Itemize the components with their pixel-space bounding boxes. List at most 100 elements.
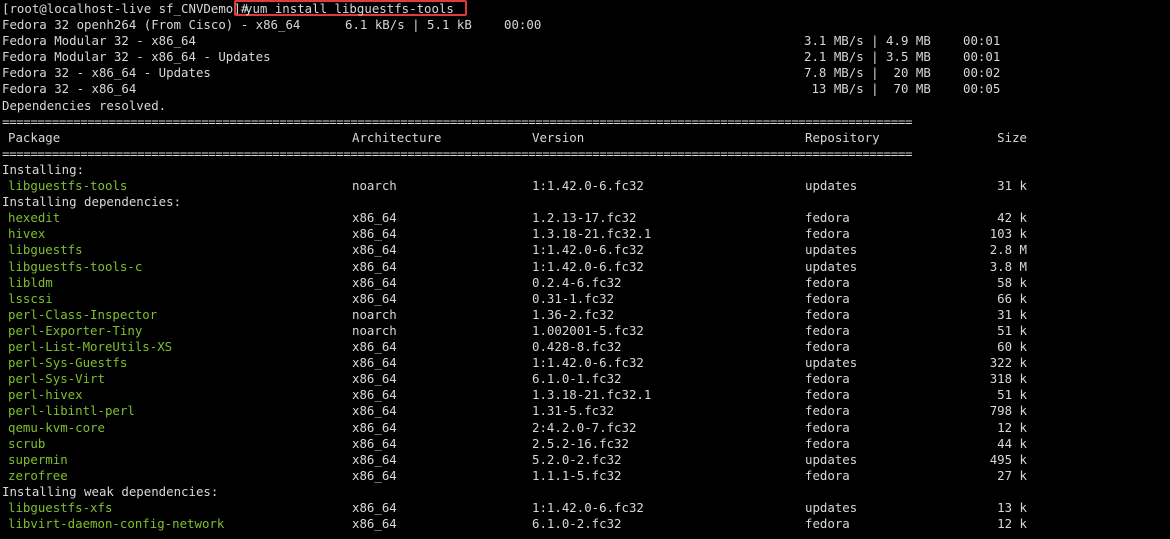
package-repo: fedora (805, 306, 850, 322)
repo-time: 00:00 (504, 17, 542, 32)
package-repo: fedora (805, 435, 850, 451)
package-name: hexedit (8, 210, 61, 226)
package-size: 31 k (997, 306, 1027, 322)
package-size: 2.8 M (989, 242, 1027, 258)
package-repo: fedora (805, 290, 850, 306)
package-repo: fedora (805, 322, 850, 338)
terminal-window[interactable]: [root@localhost-live sf_CNVDemo]# yum in… (0, 0, 1170, 539)
package-repo: fedora (805, 339, 850, 354)
package-name: zerofree (8, 467, 68, 483)
package-version: 6.1.0-2.fc32 (532, 516, 622, 532)
header-version: Version (532, 129, 585, 145)
repo-rate: 13 MB/s | 70 MB (804, 81, 931, 97)
package-arch: x86_64 (352, 339, 397, 354)
package-version: 1.3.18-21.fc32.1 (532, 387, 652, 403)
package-repo: updates (805, 242, 858, 258)
package-size: 12 k (997, 516, 1027, 532)
package-size: 13 k (997, 500, 1027, 515)
package-name: perl-List-MoreUtils-XS (8, 339, 173, 354)
section-dependencies: Installing dependencies: (2, 194, 182, 210)
package-name: libguestfs-tools-c (8, 258, 143, 274)
repo-time: 00:01 (963, 33, 1001, 49)
package-version: 1.36-2.fc32 (532, 306, 615, 322)
package-name: libguestfs-xfs (8, 500, 113, 515)
repo-time: 00:05 (963, 81, 1001, 97)
repo-rate: 6.1 kB/s | 5.1 kB (345, 17, 472, 32)
package-name: hivex (8, 226, 46, 242)
package-size: 58 k (997, 274, 1027, 290)
package-arch: x86_64 (352, 355, 397, 371)
package-size: 3.8 M (989, 258, 1027, 274)
package-repo: fedora (805, 516, 850, 532)
repo-rate: 2.1 MB/s | 3.5 MB (804, 49, 931, 65)
repo-time: 00:02 (963, 65, 1001, 81)
repo-name: Fedora 32 - x86_64 (2, 81, 137, 97)
package-size: 66 k (997, 290, 1027, 306)
header-repo: Repository (805, 129, 880, 145)
package-version: 1:1.42.0-6.fc32 (532, 258, 644, 274)
package-arch: x86_64 (352, 371, 397, 387)
package-arch: noarch (352, 306, 397, 322)
package-arch: x86_64 (352, 274, 397, 290)
package-size: 27 k (997, 467, 1027, 483)
package-version: 1.2.13-17.fc32 (532, 210, 637, 226)
package-arch: x86_64 (352, 451, 397, 467)
package-size: 60 k (997, 339, 1027, 354)
package-arch: x86_64 (352, 258, 397, 274)
package-arch: x86_64 (352, 403, 397, 419)
package-arch: x86_64 (352, 467, 397, 483)
package-size: 322 k (989, 355, 1027, 371)
package-name: supermin (8, 451, 68, 467)
package-size: 318 k (989, 371, 1027, 387)
package-size: 51 k (997, 322, 1027, 338)
package-arch: x86_64 (352, 226, 397, 242)
separator-rule: ========================================… (2, 113, 913, 129)
package-arch: x86_64 (352, 419, 397, 435)
package-name: lsscsi (8, 290, 53, 306)
package-arch: noarch (352, 322, 397, 338)
package-version: 1:1.42.0-6.fc32 (532, 242, 644, 258)
repo-name: Fedora 32 openh264 (From Cisco) - x86_64 (2, 17, 301, 32)
package-arch: x86_64 (352, 435, 397, 451)
header-package: Package (8, 129, 61, 145)
package-name: libguestfs-tools (8, 178, 128, 193)
section-weak-dependencies: Installing weak dependencies: (2, 483, 219, 499)
package-name: perl-Sys-Guestfs (8, 355, 128, 371)
package-repo: fedora (805, 274, 850, 290)
repo-name: Fedora 32 - x86_64 - Updates (2, 65, 211, 81)
package-repo: fedora (805, 403, 850, 419)
package-repo: fedora (805, 419, 850, 435)
repo-name: Fedora Modular 32 - x86_64 - Updates (2, 49, 271, 65)
package-repo: fedora (805, 226, 850, 242)
package-size: 798 k (989, 403, 1027, 419)
package-repo: updates (805, 258, 858, 274)
package-version: 6.1.0-1.fc32 (532, 371, 622, 387)
package-repo: updates (805, 500, 858, 515)
package-arch: x86_64 (352, 242, 397, 258)
package-version: 0.31-1.fc32 (532, 290, 615, 306)
section-installing: Installing: (2, 161, 85, 177)
package-size: 44 k (997, 435, 1027, 451)
package-version: 1:1.42.0-6.fc32 (532, 500, 644, 515)
package-name: qemu-kvm-core (8, 419, 105, 435)
package-name: perl-Class-Inspector (8, 306, 158, 322)
separator-rule: ========================================… (2, 145, 913, 161)
package-repo: updates (805, 451, 858, 467)
package-arch: noarch (352, 178, 397, 193)
package-version: 1:1.42.0-6.fc32 (532, 355, 644, 371)
repo-rate: 7.8 MB/s | 20 MB (804, 65, 931, 81)
package-version: 1:1.42.0-6.fc32 (532, 178, 644, 193)
repo-time: 00:01 (963, 49, 1001, 65)
package-repo: updates (805, 178, 858, 193)
package-repo: fedora (805, 371, 850, 387)
package-name: libldm (8, 274, 53, 290)
package-name: perl-hivex (8, 387, 83, 403)
package-version: 0.2.4-6.fc32 (532, 274, 622, 290)
package-name: scrub (8, 435, 46, 451)
package-size: 103 k (989, 226, 1027, 242)
repo-rate: 3.1 MB/s | 4.9 MB (804, 33, 931, 49)
package-size: 51 k (997, 387, 1027, 403)
package-arch: x86_64 (352, 387, 397, 403)
package-size: 31 k (997, 178, 1027, 193)
package-size: 12 k (997, 419, 1027, 435)
